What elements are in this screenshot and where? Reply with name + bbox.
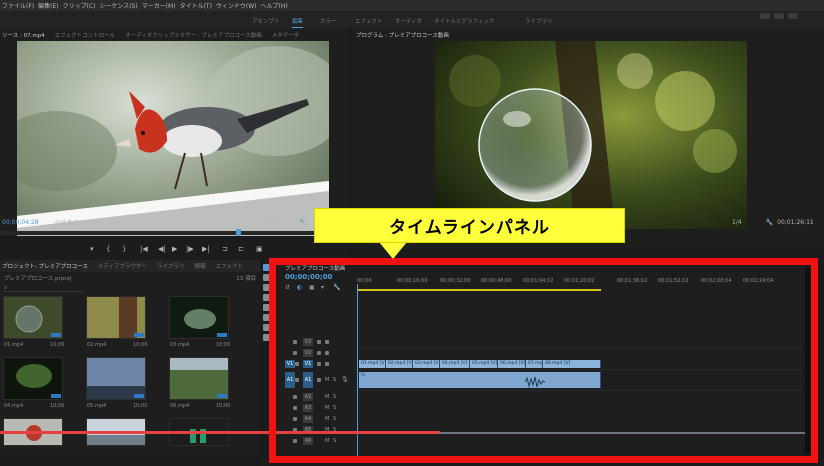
- go-to-out-icon[interactable]: ▶|: [202, 245, 210, 253]
- workspace-color[interactable]: カラー: [320, 17, 337, 25]
- menu-bar: ファイル(F) 編集(E) クリップ(C) シーケンス(S) マーカー(M) タ…: [0, 0, 824, 11]
- project-thumbnail[interactable]: [169, 296, 229, 339]
- workspace-overflow[interactable]: [760, 13, 820, 23]
- workspace-assembly[interactable]: アセンブリ: [252, 17, 279, 25]
- program-resolution[interactable]: 1/4: [732, 219, 742, 226]
- clip-name: 05.mp4: [87, 403, 107, 409]
- search-icon: ⌕: [4, 284, 8, 291]
- project-thumbnail[interactable]: [3, 296, 63, 339]
- clip-type-badge: [51, 394, 61, 398]
- tab-effect-controls[interactable]: エフェクトコントロール: [55, 31, 116, 39]
- timeline-callout: タイムラインパネル: [314, 208, 625, 243]
- export-frame-icon[interactable]: ▣: [256, 245, 263, 253]
- project-footer-toolbar: [0, 456, 260, 466]
- menu-title[interactable]: タイトル(T): [180, 1, 212, 10]
- step-forward-icon[interactable]: |▶: [186, 245, 194, 253]
- clip-duration: 10;00: [216, 342, 231, 348]
- clip-name: 06.mp4: [170, 403, 190, 409]
- project-thumbnail[interactable]: [3, 357, 63, 400]
- source-fit-dropdown[interactable]: 全体表示: [55, 218, 79, 227]
- source-timecode[interactable]: 00;00;04;28: [2, 219, 39, 226]
- overwrite-icon[interactable]: ⊏: [238, 245, 244, 253]
- workspace-bar: アセンブリ 編集 カラー エフェクト オーディオ タイトルとグラフィック ライブ…: [0, 11, 824, 29]
- tab-metadata[interactable]: メタデータ: [272, 31, 300, 39]
- project-file-label: プレミアプロコース.prproj: [4, 276, 72, 282]
- clip-type-badge: [134, 394, 144, 398]
- mark-out-icon[interactable]: }: [122, 245, 126, 253]
- clip-name: 04.mp4: [4, 403, 24, 409]
- clip-name: 01.mp4: [4, 342, 24, 348]
- workspace-effects[interactable]: エフェクト: [355, 17, 383, 25]
- tab-media-browser[interactable]: メディアブラウザー: [98, 262, 147, 270]
- callout-label: タイムラインパネル: [389, 218, 550, 238]
- clip-name: 03.mp4: [170, 342, 190, 348]
- project-panel: プロジェクト: プレミアプロコース メディアブラウザー ライブラリ 情報 エフェ…: [0, 260, 260, 466]
- callout-pointer: [379, 242, 407, 259]
- tab-project[interactable]: プロジェクト: プレミアプロコース: [2, 262, 88, 270]
- menu-window[interactable]: ウィンドウ(W): [216, 1, 257, 10]
- tab-libraries[interactable]: ライブラリ: [157, 262, 185, 270]
- clip-name: 02.mp4: [87, 342, 107, 348]
- bubble-image: [435, 41, 747, 229]
- workspace-editing[interactable]: 編集: [292, 17, 304, 28]
- go-to-in-icon[interactable]: |◀: [140, 245, 148, 253]
- menu-edit[interactable]: 編集(E): [38, 1, 58, 10]
- project-file-name: プレミアプロコース.prproj 13 項目: [0, 274, 260, 283]
- menu-sequence[interactable]: シーケンス(S): [100, 1, 138, 10]
- project-thumbnail[interactable]: [86, 296, 146, 339]
- source-status-bar: 00;00;04;28 全体表示 ▾ 1/2 🔧: [2, 217, 347, 227]
- clip-duration: 10;00: [50, 342, 65, 348]
- tab-info[interactable]: 情報: [194, 262, 205, 270]
- source-resolution[interactable]: 1/2: [266, 219, 276, 226]
- menu-file[interactable]: ファイル(F): [2, 1, 34, 10]
- workspace-libraries[interactable]: ライブラリ: [525, 17, 553, 25]
- timeline-highlight-frame: [269, 258, 818, 463]
- clip-type-badge: [51, 333, 61, 337]
- project-tabs: プロジェクト: プレミアプロコース メディアブラウザー ライブラリ 情報 エフェ…: [0, 260, 260, 272]
- wrench-icon[interactable]: 🔧: [766, 219, 773, 226]
- menu-clip[interactable]: クリップ(C): [63, 1, 96, 10]
- program-timecode: 00;01;26;11: [777, 218, 814, 226]
- project-thumbnail[interactable]: [86, 357, 146, 400]
- source-tabs: ソース : 07.mp4 エフェクトコントロール オーディオクリップミキサー :…: [2, 29, 347, 40]
- clip-type-badge: [217, 394, 227, 398]
- add-marker-icon[interactable]: ▾: [90, 245, 94, 253]
- project-search-input[interactable]: ⌕: [4, 284, 84, 292]
- cardinal-bird-image: [17, 41, 329, 245]
- clip-duration: 10;00: [216, 403, 231, 409]
- project-item-count: 13 項目: [236, 276, 256, 282]
- program-tabs: プログラム : プレミアプロコース動画: [356, 29, 816, 40]
- clip-duration: 10;00: [133, 403, 148, 409]
- source-monitor: ソース : 07.mp4 エフェクトコントロール オーディオクリップミキサー :…: [0, 29, 347, 250]
- chevron-down-icon[interactable]: ▾: [85, 219, 88, 226]
- clip-duration: 10;00: [50, 403, 65, 409]
- workspace-titles[interactable]: タイトルとグラフィック: [434, 17, 494, 25]
- source-video-frame[interactable]: [17, 41, 329, 245]
- wrench-icon[interactable]: 🔧: [299, 219, 306, 226]
- clip-duration: 10;00: [133, 342, 148, 348]
- tab-source[interactable]: ソース : 07.mp4: [2, 31, 45, 39]
- workspace-audio[interactable]: オーディオ: [395, 17, 422, 25]
- program-video-frame[interactable]: [435, 41, 747, 229]
- menu-help[interactable]: ヘルプ(H): [261, 1, 288, 10]
- play-icon[interactable]: ▶: [172, 245, 177, 253]
- project-thumbnail[interactable]: [169, 357, 229, 400]
- source-transport-controls: ▾ { } |◀ ◀| ▶ |▶ ▶| ⊐ ⊏ ▣: [0, 236, 347, 260]
- program-status-bar: 1/4 🔧 00;01;26;11: [732, 217, 824, 227]
- menu-marker[interactable]: マーカー(M): [142, 1, 176, 10]
- insert-icon[interactable]: ⊐: [222, 245, 228, 253]
- step-back-icon[interactable]: ◀|: [158, 245, 166, 253]
- tab-audio-clip-mixer[interactable]: オーディオクリップミキサー : プレミアプロコース動画: [125, 31, 262, 39]
- clip-type-badge: [217, 333, 227, 337]
- mark-in-icon[interactable]: {: [106, 245, 110, 253]
- clip-type-badge: [134, 333, 144, 337]
- tab-effects[interactable]: エフェクト: [215, 262, 243, 270]
- source-scrub-bar[interactable]: [0, 229, 347, 236]
- tab-program[interactable]: プログラム : プレミアプロコース動画: [356, 31, 449, 39]
